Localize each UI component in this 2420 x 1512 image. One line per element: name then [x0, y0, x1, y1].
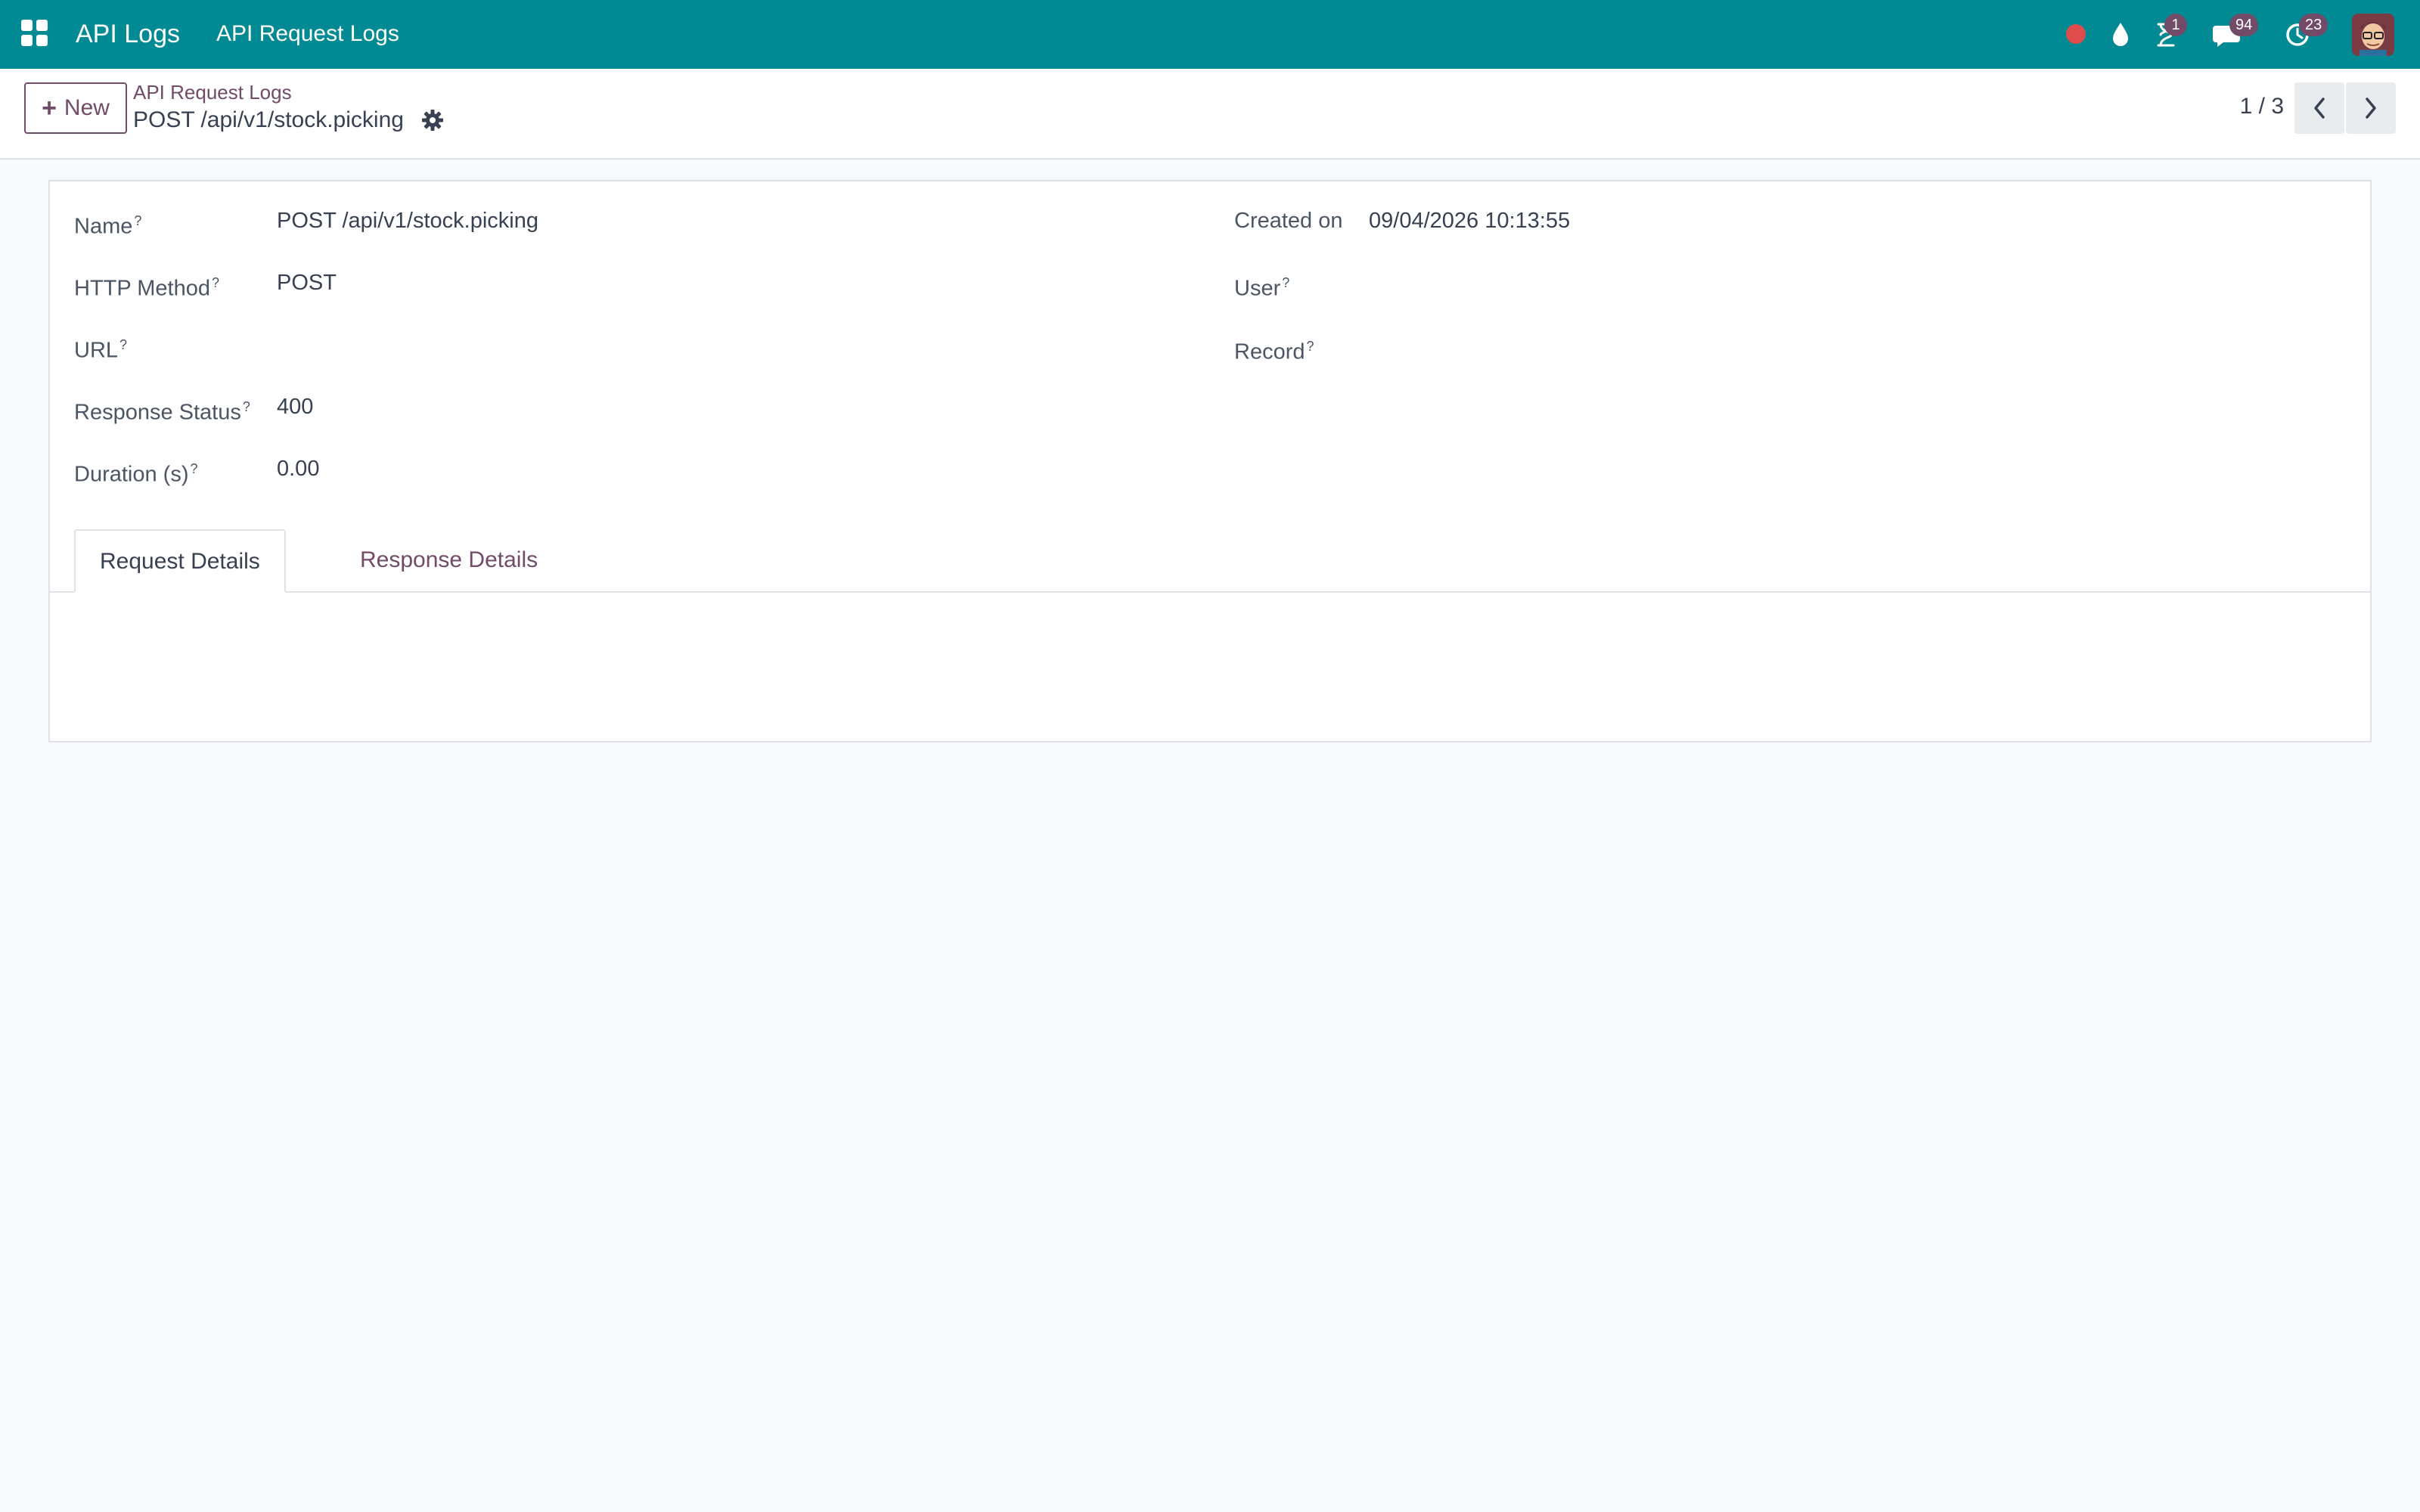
- breadcrumb-api-request-logs[interactable]: API Request Logs: [133, 79, 292, 105]
- duration-label: Duration (s)?: [74, 461, 198, 487]
- menu-item-api-request-logs[interactable]: API Request Logs: [216, 19, 399, 49]
- help-tooltip-icon[interactable]: ?: [1282, 275, 1289, 290]
- tab-response-details[interactable]: Response Details: [336, 529, 562, 593]
- help-tooltip-icon[interactable]: ?: [134, 213, 141, 228]
- url-label: URL?: [74, 337, 128, 363]
- help-tooltip-icon[interactable]: ?: [119, 337, 127, 352]
- app-name[interactable]: API Logs: [76, 17, 180, 51]
- created-on-value[interactable]: 09/04/2026 10:13:55: [1369, 206, 1570, 236]
- http-method-value[interactable]: POST: [277, 268, 337, 298]
- record-title: POST /api/v1/stock.picking: [133, 107, 404, 132]
- pager-previous-button[interactable]: [2294, 82, 2344, 134]
- help-tooltip-icon[interactable]: ?: [191, 461, 198, 476]
- gear-icon[interactable]: [420, 108, 445, 132]
- messages-badge: 94: [2229, 14, 2259, 36]
- help-tooltip-icon[interactable]: ?: [212, 275, 219, 290]
- new-button-label: New: [64, 95, 110, 120]
- pager-value[interactable]: 1 / 3: [2223, 91, 2284, 122]
- name-label: Name?: [74, 213, 142, 239]
- recording-indicator-icon[interactable]: [2066, 24, 2086, 44]
- created-on-label: Created on: [1234, 209, 1343, 233]
- control-panel: + New API Request Logs POST /api/v1/stoc…: [0, 69, 2420, 160]
- chevron-right-icon: [2366, 98, 2376, 119]
- name-value[interactable]: POST /api/v1/stock.picking: [277, 206, 538, 236]
- help-tooltip-icon[interactable]: ?: [1307, 339, 1314, 354]
- new-record-button[interactable]: + New: [24, 82, 127, 134]
- droplet-icon[interactable]: [2105, 18, 2136, 50]
- top-navbar: API Logs API Request Logs 1 94 23: [0, 0, 2420, 69]
- duration-value[interactable]: 0.00: [277, 454, 319, 484]
- tab-request-details[interactable]: Request Details: [74, 529, 286, 593]
- help-tooltip-icon[interactable]: ?: [243, 399, 250, 414]
- chevron-left-icon: [2314, 98, 2325, 119]
- apps-menu-icon[interactable]: [21, 20, 48, 47]
- activity-badge: 1: [2164, 14, 2187, 36]
- pager-next-button[interactable]: [2346, 82, 2396, 134]
- user-label: User?: [1234, 275, 1290, 301]
- response-status-label: Response Status?: [74, 399, 250, 425]
- updates-badge: 23: [2299, 14, 2328, 36]
- form-sheet: Name? POST /api/v1/stock.picking HTTP Me…: [48, 180, 2372, 742]
- record-label: Record?: [1234, 339, 1314, 364]
- http-method-label: HTTP Method?: [74, 275, 219, 301]
- response-status-value[interactable]: 400: [277, 392, 313, 422]
- user-avatar[interactable]: [2352, 14, 2394, 56]
- plus-icon: +: [42, 94, 57, 122]
